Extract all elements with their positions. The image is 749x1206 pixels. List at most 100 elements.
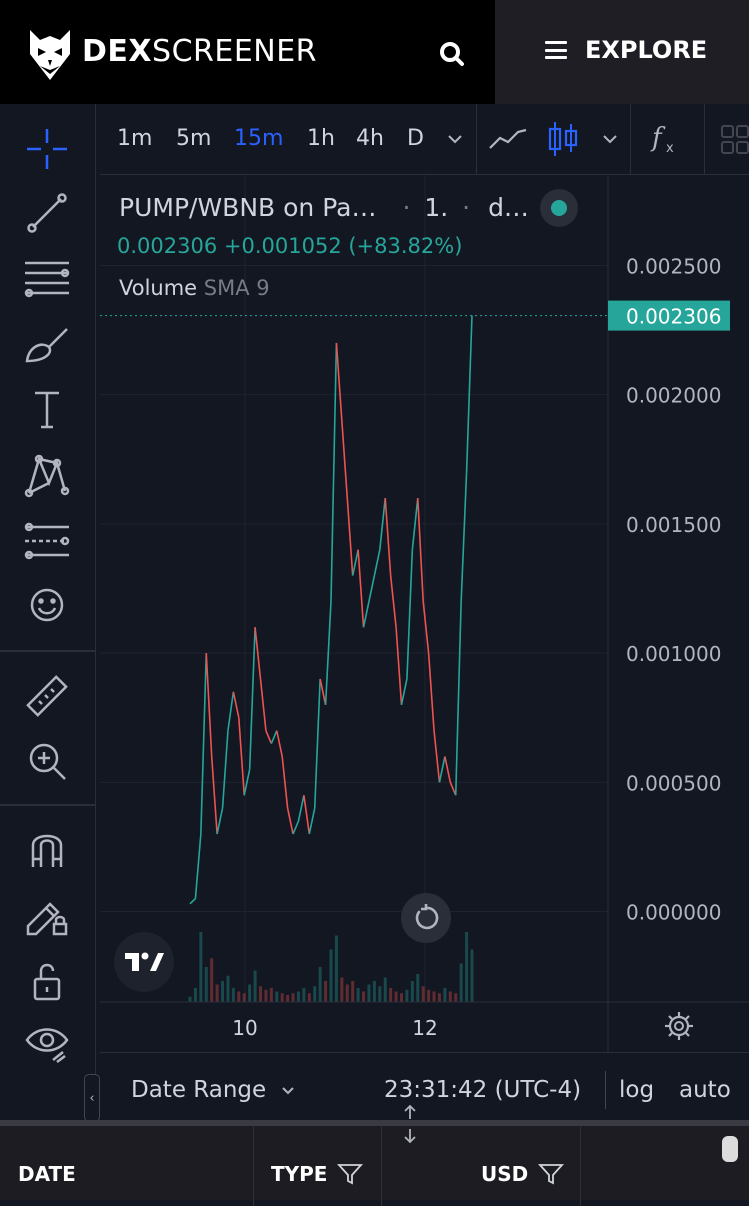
scrollbar-thumb[interactable] bbox=[722, 1136, 738, 1162]
timeframe-1h[interactable]: 1h bbox=[307, 126, 335, 151]
emoji-icon[interactable] bbox=[22, 580, 72, 630]
trend-line-icon[interactable] bbox=[22, 188, 72, 238]
price-segment bbox=[200, 653, 208, 835]
price-segment bbox=[265, 730, 273, 744]
type-column-label: TYPE bbox=[271, 1162, 328, 1186]
volume-bar bbox=[454, 993, 458, 1002]
column-separator-2 bbox=[381, 1126, 382, 1206]
toolbar-separator bbox=[476, 104, 477, 174]
brush-icon[interactable] bbox=[22, 320, 72, 370]
volume-bar bbox=[351, 981, 355, 1002]
indicators-icon[interactable]: f x bbox=[650, 122, 680, 156]
unlock-icon[interactable] bbox=[22, 956, 72, 1006]
volume-bar bbox=[378, 986, 382, 1002]
volume-legend[interactable]: Volume SMA 9 bbox=[119, 276, 270, 300]
volume-bar bbox=[248, 984, 252, 1002]
volume-bar bbox=[264, 989, 268, 1002]
market-status-indicator[interactable] bbox=[540, 189, 578, 227]
ruler-icon[interactable] bbox=[22, 672, 72, 722]
volume-bar bbox=[329, 949, 333, 1002]
pair-legend[interactable]: PUMP/WBNB on Pa… · 1. · d… bbox=[119, 193, 529, 222]
volume-bar bbox=[269, 988, 273, 1002]
toolbar-divider-2 bbox=[0, 804, 95, 806]
volume-bar bbox=[362, 991, 366, 1002]
log-scale-button[interactable]: log bbox=[619, 1077, 654, 1103]
date-range-chevron-icon bbox=[281, 1087, 294, 1095]
owl-logo-icon[interactable] bbox=[26, 26, 74, 82]
volume-bar bbox=[427, 989, 431, 1002]
explore-button[interactable]: EXPLORE bbox=[545, 36, 707, 64]
y-tick-label: 0.002500 bbox=[626, 254, 721, 278]
price-segment bbox=[227, 691, 235, 731]
auto-scale-button[interactable]: auto bbox=[679, 1077, 731, 1103]
search-icon[interactable] bbox=[432, 36, 472, 72]
usd-filter-icon[interactable] bbox=[538, 1162, 565, 1186]
timeframe-4h[interactable]: 4h bbox=[356, 126, 384, 151]
panel-resize-handle[interactable] bbox=[400, 1104, 420, 1144]
price-segment bbox=[313, 678, 321, 809]
volume-bar bbox=[459, 963, 463, 1002]
timeframe-5m[interactable]: 5m bbox=[176, 126, 211, 151]
reset-chart-button[interactable] bbox=[401, 893, 451, 943]
date-range-button[interactable]: Date Range bbox=[131, 1077, 296, 1103]
brand-light: SCREENER bbox=[152, 34, 318, 69]
price-segment bbox=[308, 808, 316, 835]
eye-icon[interactable] bbox=[22, 1018, 72, 1068]
price-segment bbox=[346, 497, 354, 576]
timeframe-d[interactable]: D bbox=[407, 126, 424, 151]
chart-type-chevron-icon[interactable] bbox=[601, 132, 619, 146]
date-column-header[interactable]: DATE bbox=[18, 1162, 76, 1186]
pattern-icon[interactable] bbox=[22, 450, 72, 500]
toolbar-divider bbox=[0, 650, 95, 652]
volume-bar bbox=[334, 935, 338, 1002]
type-column-header[interactable]: TYPE bbox=[271, 1162, 364, 1186]
text-icon[interactable] bbox=[22, 384, 72, 434]
line-chart-icon[interactable] bbox=[488, 124, 528, 154]
price-segment bbox=[210, 756, 218, 835]
magnet-icon[interactable] bbox=[22, 824, 72, 874]
brand-bold: DEX bbox=[82, 34, 153, 69]
price-segment bbox=[189, 898, 196, 905]
timeframe-1m[interactable]: 1m bbox=[117, 126, 152, 151]
volume-bar bbox=[210, 958, 214, 1002]
volume-bar bbox=[253, 970, 257, 1002]
volume-bar bbox=[448, 991, 452, 1002]
price-segment bbox=[259, 678, 267, 731]
tradingview-logo[interactable] bbox=[114, 932, 174, 992]
prediction-icon[interactable] bbox=[22, 516, 72, 566]
drawing-toolbar: ‹ bbox=[0, 104, 100, 1122]
crosshair-icon[interactable] bbox=[22, 124, 72, 174]
usd-column-label: USD bbox=[481, 1162, 529, 1186]
timezone-clock[interactable]: 23:31:42 (UTC-4) bbox=[384, 1077, 581, 1103]
price-segment bbox=[335, 342, 343, 421]
volume-bar bbox=[340, 977, 344, 1002]
fib-lines-icon[interactable] bbox=[22, 254, 72, 304]
volume-bar bbox=[465, 932, 469, 1002]
usd-column-header[interactable]: USD bbox=[481, 1162, 565, 1186]
menu-icon bbox=[545, 41, 567, 59]
y-tick-label: 0.000000 bbox=[626, 901, 721, 925]
volume-sma: SMA 9 bbox=[203, 276, 270, 300]
lock-drawing-icon[interactable] bbox=[22, 890, 72, 940]
price-segment bbox=[438, 756, 446, 783]
zoom-in-icon[interactable] bbox=[22, 736, 72, 786]
volume-bar bbox=[405, 989, 409, 1002]
timeframe-15m[interactable]: 15m bbox=[234, 126, 283, 151]
chevron-down-icon[interactable] bbox=[446, 132, 464, 146]
chart-pane[interactable]: 0.002500 0.002000 0.001500 0.001000 0.000500… bbox=[100, 175, 749, 1052]
chart-settings-icon[interactable] bbox=[664, 1011, 694, 1041]
last-price-label: 0.002306 bbox=[626, 305, 721, 329]
price-segment bbox=[454, 601, 462, 796]
price-segment bbox=[406, 549, 414, 679]
explore-label: EXPLORE bbox=[585, 36, 708, 64]
price-segment bbox=[341, 420, 349, 499]
trades-table-header: DATE TYPE USD bbox=[0, 1120, 749, 1206]
collapse-toolbar-button[interactable]: ‹ bbox=[84, 1074, 100, 1122]
brand-name[interactable]: DEXSCREENER bbox=[82, 34, 317, 69]
filter-icon[interactable] bbox=[337, 1162, 364, 1186]
layout-grid-icon[interactable] bbox=[720, 124, 749, 156]
candles-icon[interactable] bbox=[547, 120, 579, 158]
svg-text:x: x bbox=[666, 141, 674, 156]
volume-bar bbox=[231, 988, 235, 1002]
volume-bar bbox=[259, 986, 262, 1002]
